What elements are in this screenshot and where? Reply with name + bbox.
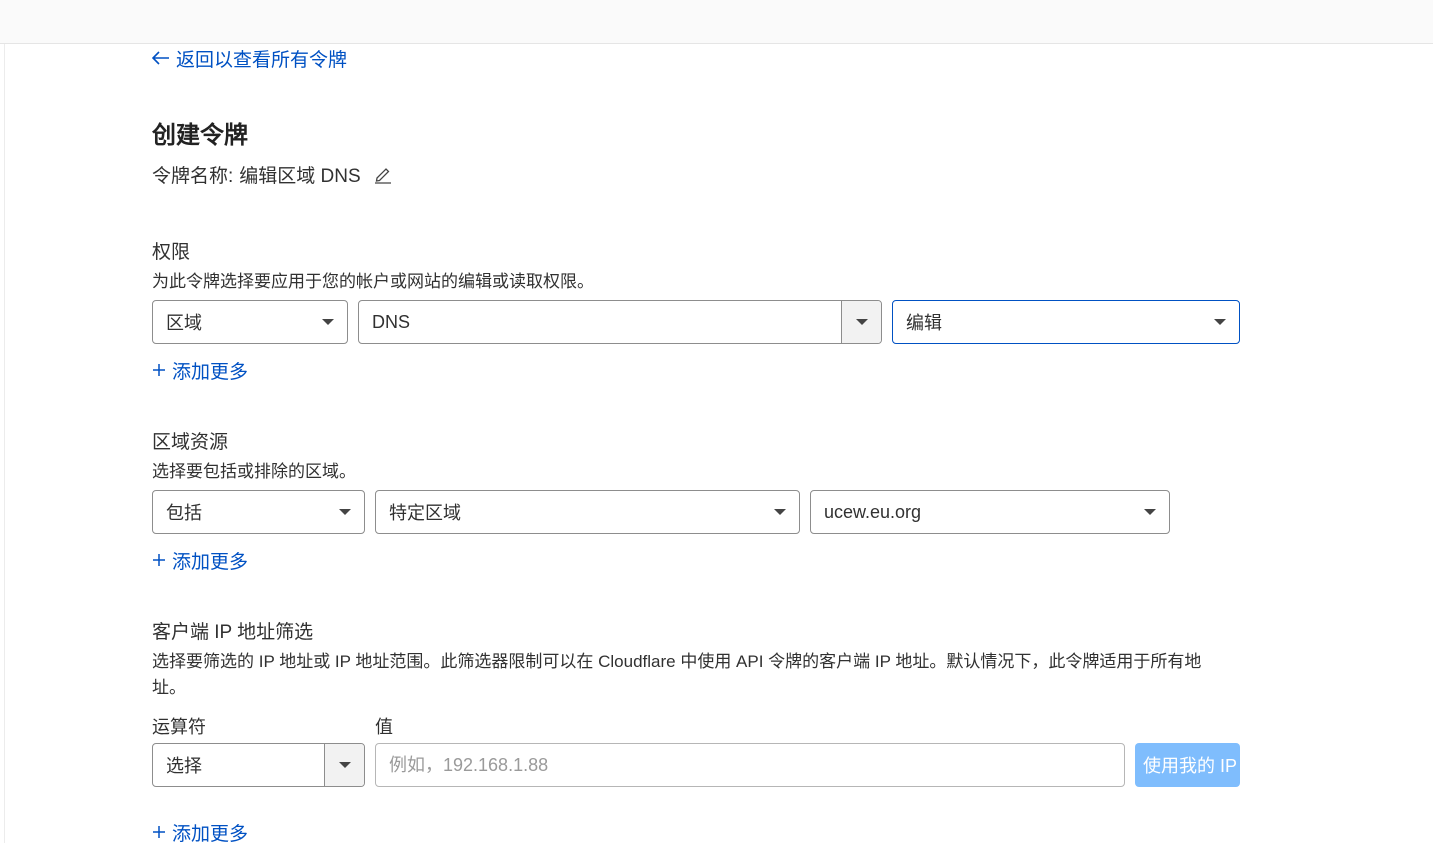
operator-select[interactable]: 选择 xyxy=(152,743,365,787)
value-label: 值 xyxy=(375,717,393,737)
caret-down-icon xyxy=(855,319,868,325)
left-divider xyxy=(4,44,5,843)
permission-resource-value: DNS xyxy=(372,311,411,332)
dropdown-toggle-button[interactable] xyxy=(324,744,364,786)
top-bar xyxy=(0,0,1433,44)
back-to-tokens-link[interactable]: 返回以查看所有令牌 xyxy=(152,44,347,72)
ip-filter-description: 选择要筛选的 IP 地址或 IP 地址范围。此筛选器限制可以在 Cloudfla… xyxy=(152,652,1202,697)
use-my-ip-button[interactable]: 使用我的 IP xyxy=(1135,743,1240,787)
permission-scope-value: 区域 xyxy=(166,313,202,333)
permissions-title: 权限 xyxy=(152,242,191,263)
token-name-row: 令牌名称: 编辑区域 DNS xyxy=(152,161,393,187)
add-more-label: 添加更多 xyxy=(172,361,249,383)
plus-icon xyxy=(153,554,165,566)
add-more-label: 添加更多 xyxy=(172,823,249,843)
zone-resources-add-more-link[interactable]: 添加更多 xyxy=(152,546,248,574)
ip-filter-add-more-link[interactable]: 添加更多 xyxy=(152,818,248,843)
zone-type-value: 特定区域 xyxy=(389,503,461,523)
arrow-left-icon xyxy=(152,51,169,65)
zone-select[interactable]: ucew.eu.org xyxy=(810,490,1170,534)
permission-level-select[interactable]: 编辑 xyxy=(892,300,1240,344)
permissions-description: 为此令牌选择要应用于您的帐户或网站的编辑或读取权限。 xyxy=(152,272,594,291)
operator-value: 选择 xyxy=(166,756,202,776)
caret-down-icon xyxy=(1144,509,1156,515)
operator-label: 运算符 xyxy=(152,717,206,737)
plus-icon xyxy=(153,364,165,376)
caret-down-icon xyxy=(1214,319,1226,325)
caret-down-icon xyxy=(322,319,334,325)
permission-level-value: 编辑 xyxy=(906,313,942,333)
zone-resources-description: 选择要包括或排除的区域。 xyxy=(152,462,356,481)
page-title: 创建令牌 xyxy=(152,122,248,149)
permissions-add-more-link[interactable]: 添加更多 xyxy=(152,356,248,384)
ip-filter-title: 客户端 IP 地址筛选 xyxy=(152,622,314,643)
caret-down-icon xyxy=(338,762,351,768)
token-name-label: 令牌名称: xyxy=(152,165,234,187)
ip-value-input[interactable] xyxy=(375,743,1125,787)
add-more-label: 添加更多 xyxy=(172,551,249,573)
permission-resource-select[interactable]: DNS xyxy=(358,300,882,344)
plus-icon xyxy=(153,826,165,838)
zone-resources-title: 区域资源 xyxy=(152,432,229,453)
zone-include-select[interactable]: 包括 xyxy=(152,490,365,534)
zone-value: ucew.eu.org xyxy=(824,501,922,522)
pencil-icon[interactable] xyxy=(373,164,393,184)
token-name-value: 编辑区域 DNS xyxy=(239,165,361,187)
back-link-label: 返回以查看所有令牌 xyxy=(176,49,348,71)
caret-down-icon xyxy=(339,509,351,515)
permission-scope-select[interactable]: 区域 xyxy=(152,300,348,344)
caret-down-icon xyxy=(774,509,786,515)
zone-include-value: 包括 xyxy=(166,503,202,523)
zone-type-select[interactable]: 特定区域 xyxy=(375,490,800,534)
dropdown-toggle-button[interactable] xyxy=(841,301,881,343)
